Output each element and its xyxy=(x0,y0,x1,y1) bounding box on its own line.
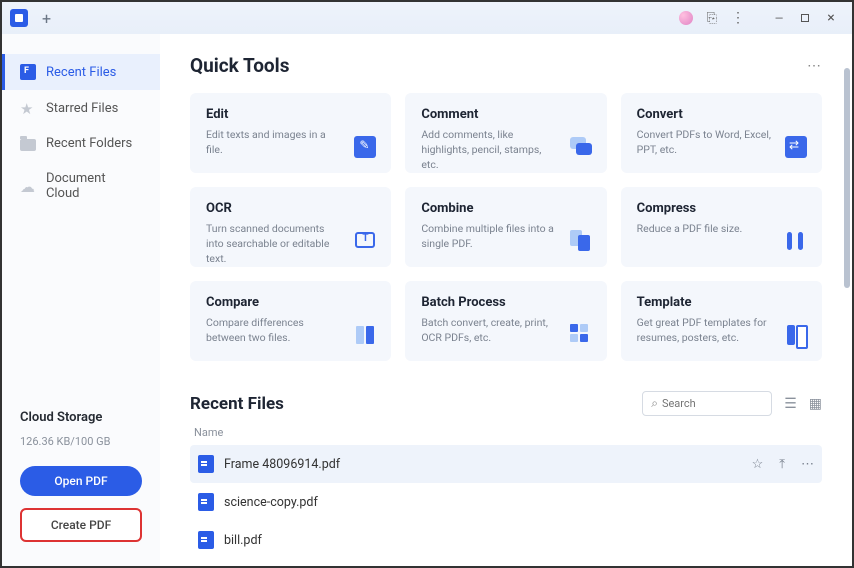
card-title: OCR xyxy=(206,201,375,216)
convert-icon xyxy=(785,136,807,158)
pdf-file-icon xyxy=(198,493,214,511)
more-icon[interactable]: ⋯ xyxy=(801,457,814,472)
card-desc: Add comments, like highlights, pencil, s… xyxy=(421,127,556,173)
card-title: Compare xyxy=(206,295,375,310)
window-close-button[interactable]: × xyxy=(818,8,844,28)
card-desc: Batch convert, create, print, OCR PDFs, … xyxy=(421,315,556,345)
card-desc: Reduce a PDF file size. xyxy=(637,221,772,236)
window-maximize-button[interactable] xyxy=(792,8,818,28)
card-desc: Compare differences between two files. xyxy=(206,315,341,345)
cloud-storage-usage: 126.36 KB/100 GB xyxy=(20,435,142,448)
quick-tools-grid: Edit Edit texts and images in a file. Co… xyxy=(190,93,822,361)
scrollbar-thumb[interactable] xyxy=(844,68,850,288)
app-logo-icon xyxy=(10,9,28,27)
card-desc: Turn scanned documents into searchable o… xyxy=(206,221,341,267)
ocr-icon xyxy=(355,232,375,248)
upload-icon[interactable]: ⤒ xyxy=(779,457,785,472)
card-compress[interactable]: Compress Reduce a PDF file size. xyxy=(621,187,822,267)
sidebar: Recent Files ★ Starred Files Recent Fold… xyxy=(2,34,160,566)
open-pdf-button[interactable]: Open PDF xyxy=(20,466,142,496)
card-combine[interactable]: Combine Combine multiple files into a si… xyxy=(405,187,606,267)
card-title: Template xyxy=(637,295,806,310)
window-minimize-button[interactable]: — xyxy=(766,8,792,28)
template-icon xyxy=(785,324,807,346)
sidebar-item-label: Recent Folders xyxy=(46,136,132,151)
file-name: science-copy.pdf xyxy=(224,495,804,510)
file-name: Frame 48096914.pdf xyxy=(224,457,742,472)
card-convert[interactable]: Convert Convert PDFs to Word, Excel, PPT… xyxy=(621,93,822,173)
quick-tools-title: Quick Tools xyxy=(190,54,289,77)
card-batch-process[interactable]: Batch Process Batch convert, create, pri… xyxy=(405,281,606,361)
pdf-file-icon xyxy=(198,455,214,473)
sidebar-item-document-cloud[interactable]: ☁ Document Cloud xyxy=(2,161,160,211)
menu-overflow-icon[interactable]: ⋮ xyxy=(731,10,744,26)
cloud-storage-title: Cloud Storage xyxy=(20,410,142,425)
star-icon[interactable]: ☆ xyxy=(752,457,764,472)
card-ocr[interactable]: OCR Turn scanned documents into searchab… xyxy=(190,187,391,267)
create-pdf-button[interactable]: Create PDF xyxy=(20,508,142,542)
card-desc: Edit texts and images in a file. xyxy=(206,127,341,157)
card-title: Convert xyxy=(637,107,806,122)
card-desc: Combine multiple files into a single PDF… xyxy=(421,221,556,251)
search-box[interactable]: ⌕ xyxy=(642,391,772,416)
file-icon xyxy=(20,64,36,80)
sidebar-item-label: Document Cloud xyxy=(46,171,142,201)
card-title: Edit xyxy=(206,107,375,122)
cloud-icon: ☁ xyxy=(20,178,36,194)
card-title: Comment xyxy=(421,107,590,122)
star-icon: ★ xyxy=(20,100,36,116)
batch-icon xyxy=(570,324,592,346)
sidebar-item-starred-files[interactable]: ★ Starred Files xyxy=(2,90,160,126)
card-compare[interactable]: Compare Compare differences between two … xyxy=(190,281,391,361)
column-header-name: Name xyxy=(190,426,822,439)
compress-icon xyxy=(785,230,807,252)
file-row[interactable]: Frame 48096914.pdf ☆ ⤒ ⋯ xyxy=(190,445,822,483)
share-icon[interactable]: ⎘ xyxy=(707,11,717,26)
pdf-file-icon xyxy=(198,531,214,549)
main-content: Quick Tools ⋯ Edit Edit texts and images… xyxy=(160,34,852,566)
new-tab-button[interactable]: + xyxy=(42,9,51,28)
card-title: Batch Process xyxy=(421,295,590,310)
search-input[interactable] xyxy=(662,397,763,410)
compare-icon xyxy=(354,324,376,346)
card-desc: Convert PDFs to Word, Excel, PPT, etc. xyxy=(637,127,772,157)
profile-avatar-icon[interactable] xyxy=(679,11,693,25)
file-row[interactable]: bill.pdf xyxy=(190,521,822,559)
folder-icon xyxy=(20,139,36,151)
card-desc: Get great PDF templates for resumes, pos… xyxy=(637,315,772,345)
card-template[interactable]: Template Get great PDF templates for res… xyxy=(621,281,822,361)
search-icon: ⌕ xyxy=(651,396,658,411)
view-grid-icon[interactable]: ▦ xyxy=(809,396,822,412)
quick-tools-overflow-icon[interactable]: ⋯ xyxy=(807,58,822,74)
view-list-icon[interactable]: ☰ xyxy=(784,396,797,412)
comment-icon xyxy=(570,136,592,158)
card-edit[interactable]: Edit Edit texts and images in a file. xyxy=(190,93,391,173)
combine-icon xyxy=(570,230,592,252)
sidebar-item-label: Starred Files xyxy=(46,101,118,116)
sidebar-item-recent-files[interactable]: Recent Files xyxy=(2,54,160,90)
sidebar-item-label: Recent Files xyxy=(46,65,116,80)
recent-files-title: Recent Files xyxy=(190,394,284,414)
sidebar-item-recent-folders[interactable]: Recent Folders xyxy=(2,126,160,161)
scrollbar[interactable] xyxy=(844,34,850,566)
file-row[interactable]: science-copy.pdf xyxy=(190,483,822,521)
card-comment[interactable]: Comment Add comments, like highlights, p… xyxy=(405,93,606,173)
edit-icon xyxy=(354,136,376,158)
card-title: Compress xyxy=(637,201,806,216)
titlebar: + ⎘ ⋮ — × xyxy=(2,2,852,34)
card-title: Combine xyxy=(421,201,590,216)
file-name: bill.pdf xyxy=(224,533,804,548)
